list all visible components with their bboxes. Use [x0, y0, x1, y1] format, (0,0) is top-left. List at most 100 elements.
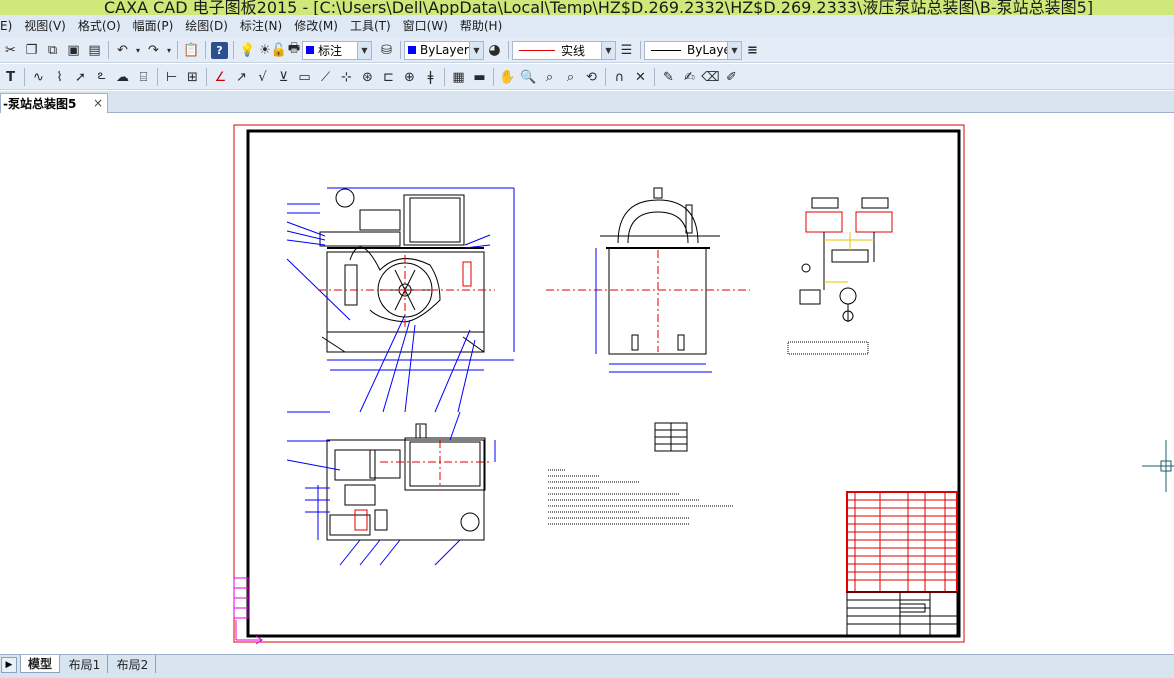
document-tab-bar: -泵站总装图5 × — [0, 91, 1174, 113]
linear-dimension-icon[interactable]: ⊢ — [161, 67, 182, 87]
layer-select[interactable]: 标注 ▼ — [302, 40, 372, 60]
weld-icon[interactable]: ⟋ — [315, 67, 336, 87]
drawing-canvas[interactable] — [0, 113, 1174, 654]
menu-bar: E) 视图(V) 格式(O) 幅面(P) 绘图(D) 标注(N) 修改(M) 工… — [0, 15, 1174, 37]
menu-draw[interactable]: 绘图(D) — [179, 15, 234, 37]
linewidth-preview — [651, 49, 681, 51]
menu-edit[interactable]: E) — [0, 15, 18, 37]
toolbar-separator — [400, 41, 401, 59]
layer-print-icon[interactable]: 🖶 — [286, 40, 302, 60]
pan-icon[interactable]: ✋ — [497, 67, 518, 87]
tab-model[interactable]: 模型 — [20, 655, 60, 673]
pump-side-centerlines — [546, 250, 750, 352]
pump-top-centerlines — [380, 440, 490, 488]
section-icon[interactable]: ⊏ — [378, 67, 399, 87]
zoom-all-icon[interactable]: ⌕ — [560, 67, 581, 87]
table-dimension-icon[interactable]: ⊞ — [182, 67, 203, 87]
menu-format[interactable]: 格式(O) — [72, 15, 127, 37]
chevron-down-icon[interactable]: ▼ — [469, 41, 483, 59]
copy-icon[interactable]: ❐ — [21, 40, 42, 60]
menu-help[interactable]: 帮助(H) — [454, 15, 508, 37]
window-title: CAXA CAD 电子图板2015 - [C:\Users\Dell\AppDa… — [104, 0, 1094, 15]
check-mark-icon[interactable]: √ — [252, 67, 273, 87]
color-swatch — [408, 46, 416, 54]
toolbar-separator — [640, 41, 641, 59]
pump-top-view — [326, 423, 486, 541]
edit-icon[interactable]: ✐ — [721, 67, 742, 87]
arrow-icon[interactable]: ➚ — [70, 67, 91, 87]
toolbar-separator — [493, 68, 494, 86]
menu-tools[interactable]: 工具(T) — [344, 15, 397, 37]
format-brush-icon[interactable]: ✍ — [679, 67, 700, 87]
pump-side-view — [600, 187, 720, 355]
title-bar: CAXA CAD 电子图板2015 - [C:\Users\Dell\AppDa… — [0, 0, 1174, 15]
zoom-previous-icon[interactable]: ⟲ — [581, 67, 602, 87]
angle-icon[interactable]: ∠ — [210, 67, 231, 87]
hatch-icon[interactable]: ⊛ — [357, 67, 378, 87]
chevron-down-icon[interactable]: ▼ — [601, 41, 615, 59]
block-icon[interactable]: ⌸ — [133, 67, 154, 87]
linetype-preview — [519, 49, 555, 51]
zoom-icon[interactable]: 🔍 — [518, 67, 539, 87]
toolbar-separator — [444, 68, 445, 86]
menu-dimension[interactable]: 标注(N) — [234, 15, 288, 37]
linewidth-icon[interactable]: ≡ — [742, 40, 763, 60]
revision-cloud-icon[interactable]: ☁ — [112, 67, 133, 87]
layer-bulb-icon[interactable]: 💡 — [237, 40, 258, 60]
drawing-toolbar: T ∿ ⌇ ➚ ఽ ☁ ⌸ ⊢ ⊞ ∠ ↗ √ ⊻ ▭ ⟋ ⊹ ⊛ ⊏ ⊕ ǂ … — [0, 64, 1174, 90]
leader-icon[interactable]: ↗ — [231, 67, 252, 87]
document-tab[interactable]: -泵站总装图5 × — [0, 93, 108, 113]
undo-icon[interactable]: ↶ — [112, 40, 133, 60]
play-icon[interactable]: ▶ — [1, 657, 17, 673]
pump-top-dims — [286, 411, 496, 566]
center-mark-icon[interactable]: ⊕ — [399, 67, 420, 87]
small-detail-table — [654, 422, 688, 452]
tab-layout1[interactable]: 布局1 — [62, 655, 108, 673]
cut-icon[interactable]: ✂ — [0, 40, 21, 60]
redo-icon[interactable]: ↷ — [143, 40, 164, 60]
standard-toolbar: ✂ ❐ ⧉ ▣ ▤ ↶ ▾ ↷ ▾ 📋 ? 💡 ☀ 🔓 🖶 标注 ▼ ⛁ ByL… — [0, 37, 1174, 63]
close-icon[interactable]: × — [91, 96, 103, 110]
clipboard-icon[interactable]: 📋 — [181, 40, 202, 60]
paste-icon[interactable]: ▣ — [63, 40, 84, 60]
symbol-icon[interactable]: ǂ — [420, 67, 441, 87]
grid-icon[interactable]: ⊹ — [336, 67, 357, 87]
properties-icon[interactable]: ▦ — [448, 67, 469, 87]
sheet-inner-frame — [246, 129, 961, 638]
ortho-icon[interactable]: ✕ — [630, 67, 651, 87]
chevron-down-icon[interactable]: ▼ — [357, 41, 371, 59]
tolerance-icon[interactable]: ▭ — [294, 67, 315, 87]
datum-icon[interactable]: ⊻ — [273, 67, 294, 87]
menu-sheet[interactable]: 幅面(P) — [127, 15, 180, 37]
linetype-manager-icon[interactable]: ☰ — [616, 40, 637, 60]
redo-dropdown-icon[interactable]: ▾ — [164, 40, 174, 60]
zoom-window-icon[interactable]: ⌕ — [539, 67, 560, 87]
menu-modify[interactable]: 修改(M) — [288, 15, 344, 37]
tab-layout2[interactable]: 布局2 — [110, 655, 156, 673]
snap-icon[interactable]: ∩ — [609, 67, 630, 87]
title-block — [846, 591, 958, 637]
toolbar-separator — [157, 68, 158, 86]
copy-with-base-icon[interactable]: ⧉ — [42, 40, 63, 60]
text-icon[interactable]: T — [0, 67, 21, 87]
layer-lock-icon[interactable]: 🔓 — [271, 40, 287, 60]
paste-special-icon[interactable]: ▤ — [84, 40, 105, 60]
eraser-icon[interactable]: ⌫ — [700, 67, 721, 87]
help-icon[interactable]: ? — [211, 41, 228, 59]
spline-icon[interactable]: ఽ — [91, 67, 112, 87]
color-wheel-icon[interactable]: ◕ — [484, 40, 505, 60]
layer-sun-icon[interactable]: ☀ — [258, 40, 272, 60]
wave-line-icon[interactable]: ∿ — [28, 67, 49, 87]
linetype-select[interactable]: 实线 ▼ — [512, 40, 616, 60]
menu-window[interactable]: 窗口(W) — [397, 15, 454, 37]
menu-view[interactable]: 视图(V) — [18, 15, 72, 37]
undo-dropdown-icon[interactable]: ▾ — [133, 40, 143, 60]
hydraulic-schematic — [799, 197, 893, 322]
chevron-down-icon[interactable]: ▼ — [727, 41, 741, 59]
break-line-icon[interactable]: ⌇ — [49, 67, 70, 87]
linewidth-select[interactable]: ByLayer ▼ — [644, 40, 742, 60]
measure-icon[interactable]: ▬ — [469, 67, 490, 87]
match-properties-icon[interactable]: ✎ — [658, 67, 679, 87]
color-select[interactable]: ByLayer ▼ — [404, 40, 484, 60]
layer-manager-icon[interactable]: ⛁ — [376, 40, 397, 60]
